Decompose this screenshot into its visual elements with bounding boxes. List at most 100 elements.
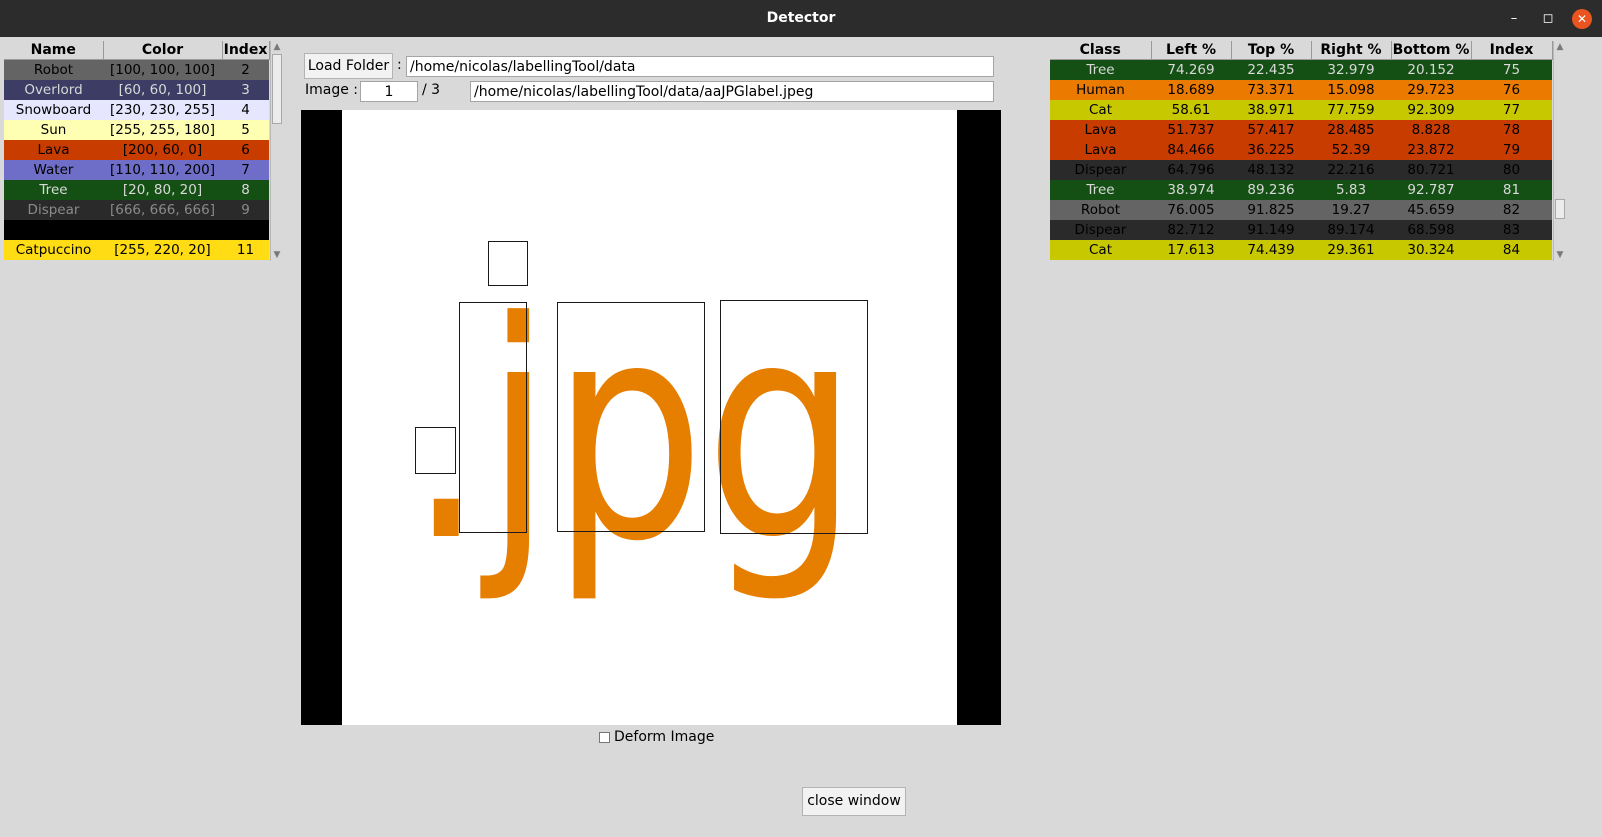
class-row-color: [230, 230, 255] (109, 102, 215, 118)
bounding-box[interactable] (488, 241, 528, 286)
scroll-thumb[interactable] (272, 54, 282, 124)
header-left[interactable]: Left % (1151, 41, 1232, 60)
header-index[interactable]: Index (1471, 41, 1553, 60)
scroll-up-icon[interactable]: ▲ (271, 41, 283, 53)
bbox-row-bottom: 45.659 (1407, 202, 1455, 218)
class-row-color (103, 220, 222, 240)
bbox-row[interactable]: Robot 76.005 91.825 19.27 45.659 82 (1050, 200, 1552, 220)
bbox-table-header: Class Left % Top % Right % Bottom % Inde… (1050, 41, 1553, 60)
class-row[interactable] (4, 220, 269, 240)
class-row[interactable]: Tree [20, 80, 20] 8 (4, 180, 269, 200)
class-row[interactable]: Overlord [60, 60, 100] 3 (4, 80, 269, 100)
labelled-image[interactable]: .jpg (342, 110, 957, 725)
class-row-color: [20, 80, 20] (122, 182, 203, 198)
class-row[interactable]: Catpuccino [255, 220, 20] 11 (4, 240, 269, 260)
bbox-row-left: 58.61 (1171, 102, 1211, 118)
bbox-row[interactable]: Human 18.689 73.371 15.098 29.723 76 (1050, 80, 1552, 100)
class-row[interactable]: Lava [200, 60, 0] 6 (4, 140, 269, 160)
bbox-row-left: 17.613 (1167, 242, 1215, 258)
class-row-index: 9 (241, 202, 250, 218)
class-row-name (4, 220, 103, 240)
folder-path-field[interactable]: /home/nicolas/labellingTool/data (406, 56, 994, 77)
header-class[interactable]: Class (1050, 41, 1152, 60)
bbox-row-left: 74.269 (1167, 62, 1215, 78)
class-row-color: [100, 100, 100] (109, 62, 215, 78)
header-color[interactable]: Color (103, 41, 223, 60)
header-name[interactable]: Name (4, 41, 104, 60)
class-table-scrollbar[interactable]: ▲ ▼ (270, 41, 283, 261)
bbox-row-cls: Lava (1084, 142, 1117, 158)
bounding-box[interactable] (415, 427, 456, 474)
scroll-down-icon[interactable]: ▼ (1554, 249, 1566, 261)
bbox-row[interactable]: Tree 74.269 22.435 32.979 20.152 75 (1050, 59, 1552, 80)
class-row[interactable]: Sun [255, 255, 180] 5 (4, 120, 269, 140)
bbox-row-left: 76.005 (1167, 202, 1215, 218)
bbox-row[interactable]: Dispear 64.796 48.132 22.216 80.721 80 (1050, 160, 1552, 180)
class-row[interactable]: Dispear [666, 666, 666] 9 (4, 200, 269, 220)
bbox-row[interactable]: Tree 38.974 89.236 5.83 92.787 81 (1050, 180, 1552, 200)
class-row-index: 11 (236, 242, 255, 258)
class-row[interactable]: Water [110, 110, 200] 7 (4, 160, 269, 180)
bbox-row-index: 83 (1502, 222, 1521, 238)
bbox-row-cls: Human (1076, 82, 1125, 98)
bbox-row-right: 5.83 (1335, 182, 1367, 198)
bbox-row[interactable]: Dispear 82.712 91.149 89.174 68.598 83 (1050, 220, 1552, 240)
bbox-row[interactable]: Lava 51.737 57.417 28.485 8.828 78 (1050, 120, 1552, 140)
window-title: Detector (766, 10, 836, 26)
bbox-row-top: 38.971 (1247, 102, 1295, 118)
bbox-row-top: 91.149 (1247, 222, 1295, 238)
bbox-row-cls: Tree (1086, 182, 1115, 198)
class-table: Name Color Index Robot [100, 100, 100] 2 Ov… (4, 41, 270, 260)
header-index[interactable]: Index (222, 41, 270, 60)
bbox-row-index: 75 (1502, 62, 1521, 78)
load-folder-button[interactable]: Load Folder (304, 53, 393, 79)
maximize-icon[interactable]: ◻ (1538, 9, 1558, 29)
class-row-index: 7 (241, 162, 250, 178)
class-row-name: Sun (40, 122, 67, 138)
bounding-box[interactable] (557, 302, 705, 532)
scroll-up-icon[interactable]: ▲ (1554, 41, 1566, 53)
header-bottom[interactable]: Bottom % (1391, 41, 1472, 60)
bbox-row-right: 28.485 (1327, 122, 1375, 138)
class-row-index: 5 (241, 122, 250, 138)
class-row-index (222, 220, 269, 240)
minimize-icon[interactable]: – (1504, 9, 1524, 29)
class-row[interactable]: Snowboard [230, 230, 255] 4 (4, 100, 269, 120)
deform-image-label[interactable]: Deform Image (614, 729, 714, 745)
class-table-header: Name Color Index (4, 41, 270, 60)
bbox-row[interactable]: Cat 17.613 74.439 29.361 30.324 84 (1050, 240, 1552, 260)
bbox-row[interactable]: Lava 84.466 36.225 52.39 23.872 79 (1050, 140, 1552, 160)
close-icon[interactable]: ✕ (1572, 9, 1592, 29)
bbox-row-index: 80 (1502, 162, 1521, 178)
bbox-row-index: 84 (1502, 242, 1521, 258)
bbox-row-index: 78 (1502, 122, 1521, 138)
class-row-color: [255, 220, 20] (114, 242, 211, 258)
bbox-table: Class Left % Top % Right % Bottom % Inde… (1050, 41, 1553, 260)
class-row-name: Dispear (27, 202, 80, 218)
bbox-row-left: 51.737 (1167, 122, 1215, 138)
bbox-row-bottom: 92.787 (1407, 182, 1455, 198)
class-row-name: Snowboard (15, 102, 92, 118)
deform-image-checkbox[interactable] (599, 732, 610, 743)
class-row[interactable]: Robot [100, 100, 100] 2 (4, 59, 269, 80)
bbox-row[interactable]: Cat 58.61 38.971 77.759 92.309 77 (1050, 100, 1552, 120)
bbox-row-top: 91.825 (1247, 202, 1295, 218)
class-row-color: [110, 110, 200] (109, 162, 215, 178)
image-canvas[interactable]: .jpg (301, 110, 1001, 725)
class-row-color: [666, 666, 666] (109, 202, 215, 218)
bounding-box[interactable] (459, 302, 527, 533)
bbox-table-scrollbar[interactable]: ▲ ▼ (1553, 41, 1566, 261)
scroll-thumb[interactable] (1555, 199, 1565, 219)
bounding-box[interactable] (720, 300, 868, 534)
header-top[interactable]: Top % (1231, 41, 1312, 60)
bbox-row-top: 48.132 (1247, 162, 1295, 178)
class-row-name: Water (33, 162, 74, 178)
header-right[interactable]: Right % (1311, 41, 1392, 60)
close-window-button[interactable]: close window (802, 787, 906, 816)
image-path-field[interactable]: /home/nicolas/labellingTool/data/aaJPGla… (470, 81, 994, 102)
bbox-row-top: 22.435 (1247, 62, 1295, 78)
image-number-field[interactable]: 1 (360, 81, 418, 102)
scroll-down-icon[interactable]: ▼ (271, 249, 283, 261)
class-row-index: 2 (241, 62, 250, 78)
bbox-row-left: 84.466 (1167, 142, 1215, 158)
